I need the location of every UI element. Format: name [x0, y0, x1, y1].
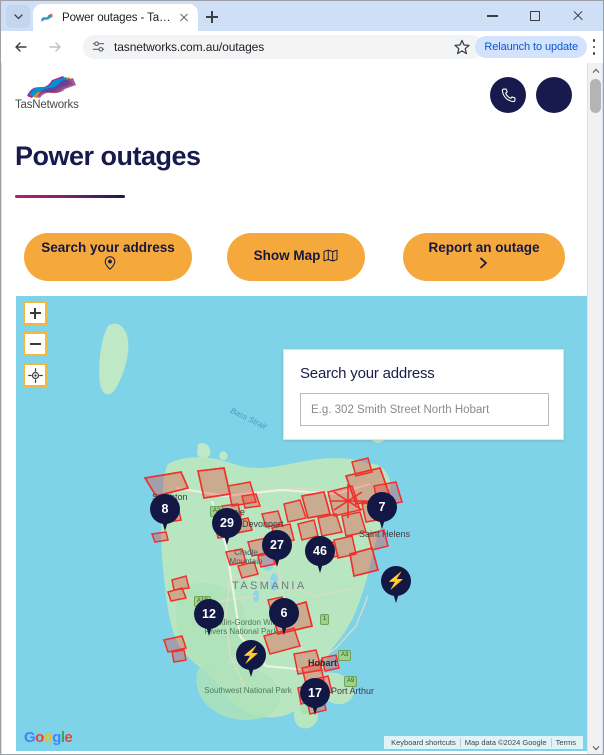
map-marker-cluster[interactable]: 29 — [212, 508, 242, 548]
tab-strip: Power outages - TasNetworks — [1, 1, 603, 31]
lightning-bolt-icon: ⚡ — [241, 647, 261, 664]
keyboard-shortcuts-link[interactable]: Keyboard shortcuts — [387, 738, 460, 747]
map-marker-label: 6 — [280, 606, 288, 620]
title-underline-rule — [15, 195, 125, 198]
address-search-input[interactable] — [300, 393, 549, 426]
window-close-button[interactable] — [558, 1, 598, 31]
tasnetworks-logo-mark — [27, 76, 76, 98]
map-marker-cluster[interactable]: 7 — [367, 492, 397, 532]
map-label-devonport: Devonport — [242, 519, 284, 529]
map-marker-cluster[interactable]: 6 — [269, 598, 299, 638]
lightning-bolt-icon: ⚡ — [386, 573, 406, 590]
star-icon[interactable] — [453, 38, 471, 56]
tasnetworks-favicon — [39, 10, 55, 26]
search-your-address-label: Search your address — [41, 239, 175, 255]
map-data-copyright: Map data ©2024 Google — [464, 738, 547, 747]
map-marker-outage-bolt[interactable]: ⚡ — [381, 566, 411, 606]
map-marker-label: 12 — [202, 607, 216, 621]
tab-close-icon[interactable] — [176, 10, 192, 26]
action-button-row: Search your address Show Map Report an o… — [2, 233, 588, 293]
map-marker-cluster[interactable]: 17 — [300, 678, 330, 718]
map-label-tasmania: TASMANIA — [232, 580, 307, 592]
map-marker-label: 8 — [161, 502, 169, 516]
search-your-address-button[interactable]: Search your address — [24, 233, 192, 281]
search-address-card: Search your address — [283, 349, 564, 440]
tab-search-chevron-down-icon[interactable] — [6, 5, 30, 28]
site-header: TasNetworks — [2, 63, 588, 127]
map-marker-label: 7 — [378, 500, 386, 514]
show-map-button[interactable]: Show Map — [227, 233, 365, 281]
back-button[interactable] — [7, 33, 35, 61]
chrome-menu-three-dots-icon[interactable] — [587, 39, 601, 55]
map-attribution: Keyboard shortcuts Map data ©2024 Google… — [384, 736, 583, 749]
map-marker-label: 17 — [308, 686, 322, 700]
page-title: Power outages — [15, 141, 201, 171]
chevron-right-icon — [478, 256, 489, 274]
map-zoom-in-button[interactable] — [23, 301, 47, 325]
outage-map[interactable]: Bass Strait Smithton Burnie Devonport Sa… — [16, 296, 588, 751]
map-label-port-arthur: Port Arthur — [331, 686, 375, 696]
page-scrollbar[interactable] — [587, 63, 603, 754]
map-marker-cluster[interactable]: 8 — [150, 494, 180, 534]
map-highway-shield-1: 1 — [320, 614, 330, 625]
map-highway-shield-a3: A3 — [338, 650, 352, 661]
scrollbar-up-arrow[interactable] — [588, 63, 603, 78]
report-an-outage-label: Report an outage — [428, 239, 540, 255]
search-address-card-title: Search your address — [300, 365, 435, 382]
map-marker-label: 29 — [220, 516, 234, 530]
relaunch-label: Relaunch to update — [484, 41, 578, 53]
map-label-hobart: Hobart — [308, 658, 337, 668]
terms-link[interactable]: Terms — [552, 738, 580, 747]
map-locate-crosshair-icon[interactable] — [23, 363, 47, 387]
map-marker-cluster[interactable]: 12 — [194, 599, 224, 639]
map-icon — [323, 249, 338, 266]
window-minimize-button[interactable] — [472, 1, 512, 31]
tasnetworks-logo[interactable]: TasNetworks — [15, 75, 93, 117]
map-label-southwest-national-park: Southwest National Park — [204, 686, 292, 695]
google-logo: Google — [24, 729, 73, 746]
show-map-label: Show Map — [253, 247, 321, 263]
tab-title: Power outages - TasNetworks — [62, 11, 176, 24]
phone-icon — [501, 87, 516, 102]
map-marker-cluster[interactable]: 27 — [262, 530, 292, 570]
page-viewport: TasNetworks Power outages Search your ad… — [2, 63, 588, 754]
phone-button[interactable] — [490, 77, 526, 113]
address-bar[interactable]: tasnetworks.com.au/outages — [83, 35, 483, 59]
location-pin-icon — [104, 256, 116, 274]
new-tab-button[interactable] — [201, 6, 223, 28]
relaunch-to-update-button[interactable]: Relaunch to update — [475, 36, 587, 58]
report-an-outage-button[interactable]: Report an outage — [403, 233, 565, 281]
browser-window: Power outages - TasNetworks — [0, 0, 604, 755]
window-maximize-button[interactable] — [515, 1, 555, 31]
map-marker-cluster[interactable]: 46 — [305, 536, 335, 576]
map-marker-outage-bolt[interactable]: ⚡ — [236, 640, 266, 680]
scrollbar-thumb[interactable] — [590, 79, 601, 113]
browser-toolbar: tasnetworks.com.au/outages Relaunch to u… — [1, 31, 603, 63]
url-text: tasnetworks.com.au/outages — [114, 40, 265, 54]
map-highway-shield-a9: A9 — [344, 676, 358, 687]
hamburger-menu-button[interactable] — [536, 77, 572, 113]
scrollbar-down-arrow[interactable] — [588, 740, 603, 754]
forward-button[interactable] — [41, 33, 69, 61]
map-zoom-out-button[interactable] — [23, 332, 47, 356]
map-zoom-controls — [23, 301, 51, 394]
browser-tab[interactable]: Power outages - TasNetworks — [33, 4, 198, 31]
tasnetworks-logo-text: TasNetworks — [15, 99, 79, 111]
map-marker-label: 46 — [313, 544, 327, 558]
tune-icon[interactable] — [91, 39, 107, 55]
map-marker-label: 27 — [270, 538, 284, 552]
